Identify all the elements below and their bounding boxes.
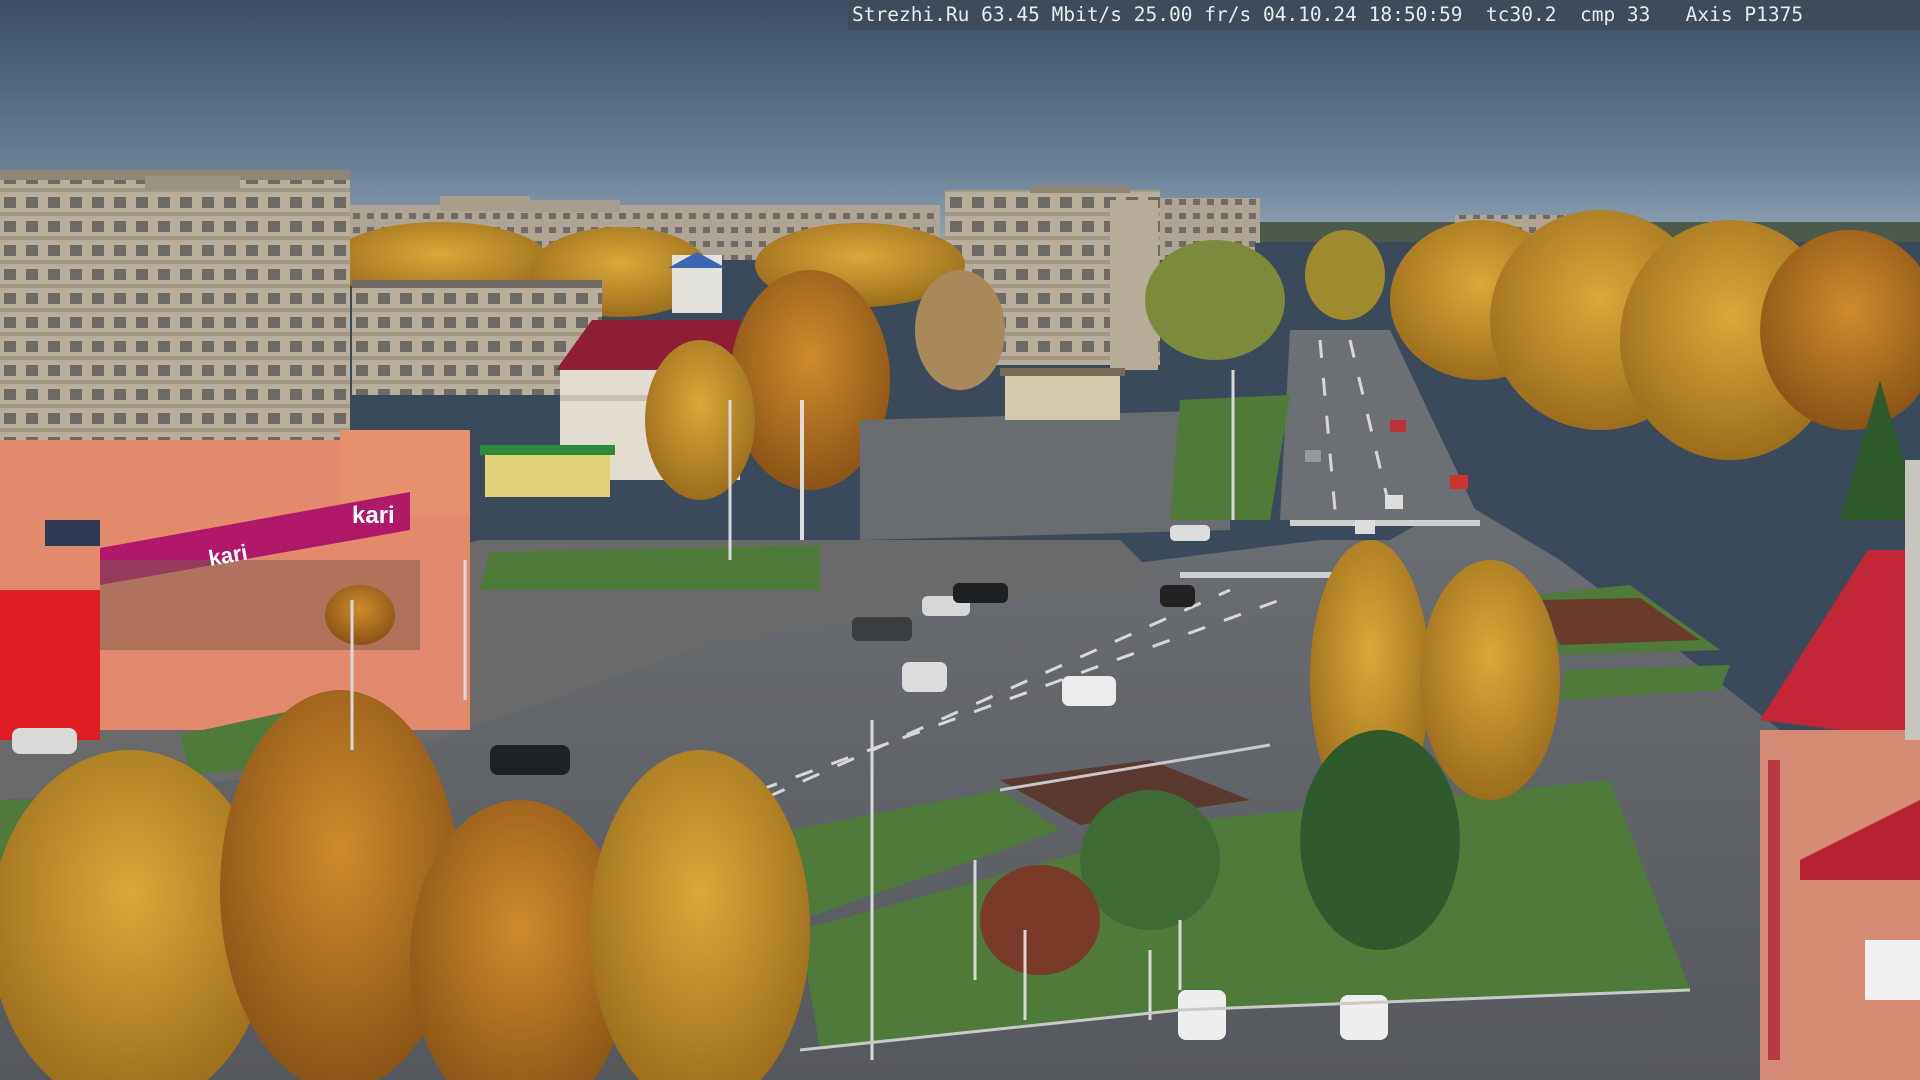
overlay-bitrate: 63.45 Mbit/s [981, 3, 1123, 26]
pavilion [1005, 372, 1120, 420]
camera-info-overlay: Strezhi.Ru 63.45 Mbit/s 25.00 fr/s 04.10… [848, 0, 1920, 30]
street-scene: kari kari [0, 0, 1920, 1080]
kiosk-roof [480, 445, 615, 455]
overlay-framerate: 25.00 fr/s [1133, 3, 1252, 26]
overlay-time: 18:50:59 [1368, 3, 1463, 26]
overlay-camera-model: Axis P1375 [1685, 3, 1804, 26]
overlay-site: Strezhi.Ru [852, 3, 970, 26]
right-tower-building [1760, 550, 1920, 1080]
overlay-tc: tc30.2 [1486, 3, 1557, 26]
store-sign-brand: kari [352, 502, 395, 529]
overlay-cmp: cmp 33 [1579, 3, 1651, 26]
kari-store-building [0, 430, 470, 740]
kiosk [485, 452, 610, 497]
right-edge-building [1905, 460, 1920, 740]
overlay-date: 04.10.24 [1262, 3, 1357, 26]
webcam-frame: kari kari Strezhi.Ru 63.45 Mbit/s 25.00 … [0, 0, 1920, 1080]
right-autumn-forest [1390, 210, 1920, 520]
